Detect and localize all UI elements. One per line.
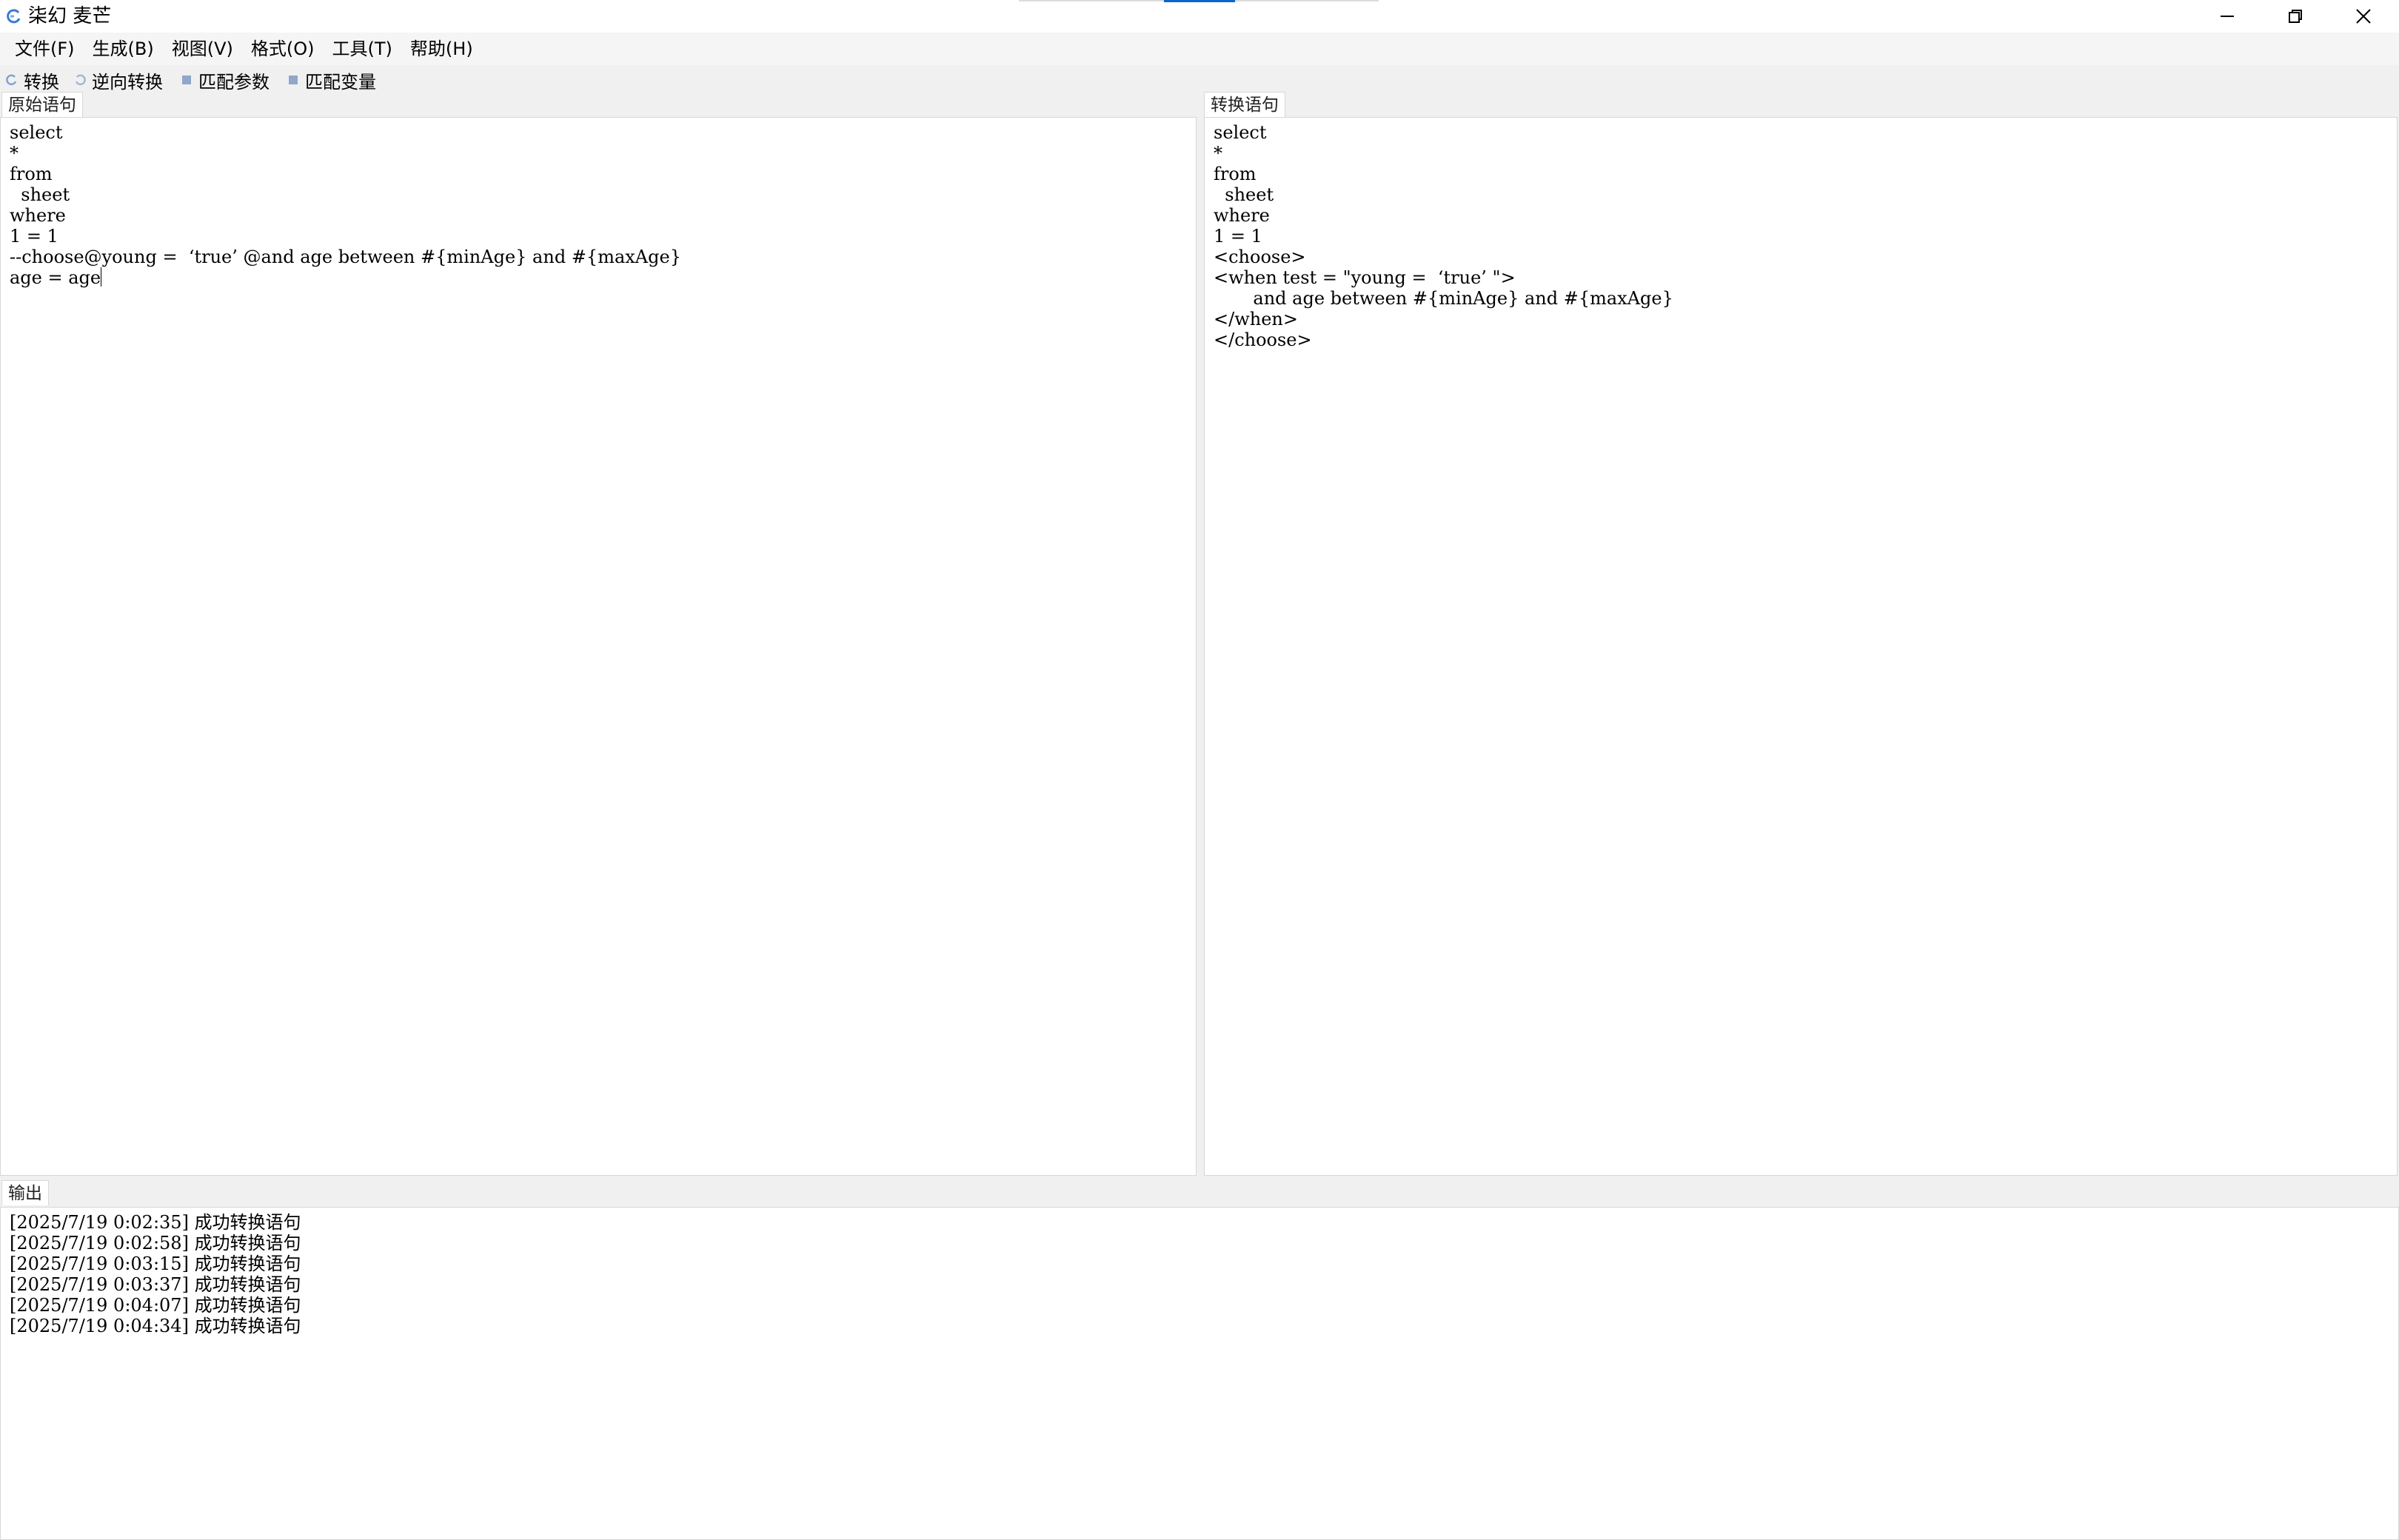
- toolbar: 转换 逆向转换 匹配参数 匹配变量: [0, 65, 2399, 95]
- log-line: [2025/7/19 0:03:15] 成功转换语句: [10, 1253, 301, 1274]
- code-line: where: [10, 205, 66, 226]
- window-title: 柒幻 麦芒: [28, 5, 112, 27]
- output-log[interactable]: [2025/7/19 0:02:35] 成功转换语句 [2025/7/19 0:…: [0, 1207, 2399, 1540]
- output-text: [2025/7/19 0:02:35] 成功转换语句 [2025/7/19 0:…: [1, 1208, 2398, 1341]
- source-editor[interactable]: select * from sheet where 1 = 1 --choose…: [0, 117, 1197, 1176]
- code-line: sheet: [10, 184, 70, 205]
- reverse-convert-label: 逆向转换: [92, 71, 163, 93]
- code-line: 1 = 1: [1214, 226, 1262, 247]
- code-line: select: [1214, 122, 1267, 143]
- menu-help[interactable]: 帮助(H): [401, 33, 482, 65]
- code-line: --choose@young = ‘true’ @and age between…: [10, 247, 681, 267]
- convert-button[interactable]: 转换: [4, 67, 59, 93]
- convert-icon: [6, 74, 17, 86]
- restore-button[interactable]: [2261, 0, 2329, 33]
- source-code[interactable]: select * from sheet where 1 = 1 --choose…: [1, 118, 1196, 292]
- minimize-button[interactable]: [2193, 0, 2261, 33]
- match-params-button[interactable]: 匹配参数: [176, 67, 270, 93]
- code-line: and age between #{minAge} and #{maxAge}: [1214, 288, 1673, 309]
- menu-tools[interactable]: 工具(T): [324, 33, 401, 65]
- result-code[interactable]: select * from sheet where 1 = 1 <choose>…: [1205, 118, 2397, 355]
- code-line: *: [1214, 143, 1222, 164]
- reverse-convert-icon: [75, 74, 86, 86]
- title-bar[interactable]: 柒幻 麦芒: [0, 0, 2399, 33]
- restore-icon: [2289, 10, 2302, 23]
- close-icon: [2356, 9, 2371, 24]
- menu-file[interactable]: 文件(F): [6, 33, 84, 65]
- log-line: [2025/7/19 0:04:34] 成功转换语句: [10, 1316, 301, 1336]
- tab-converted-statement[interactable]: 转换语句: [1204, 92, 1285, 117]
- menu-bar: 文件(F) 生成(B) 视图(V) 格式(O) 工具(T) 帮助(H): [0, 33, 2399, 65]
- code-line: where: [1214, 205, 1270, 226]
- code-line: sheet: [1214, 184, 1274, 205]
- tab-source-statement[interactable]: 原始语句: [1, 92, 83, 117]
- match-params-label: 匹配参数: [198, 71, 270, 93]
- log-line: [2025/7/19 0:03:37] 成功转换语句: [10, 1274, 301, 1295]
- app-window: 柒幻 麦芒 文件(F) 生成(B) 视图(V) 格式(O) 工具(T) 帮助(H…: [0, 0, 2399, 1540]
- vertical-splitter[interactable]: [1197, 95, 1204, 1176]
- code-line: <when test = "young = ‘true’ ">: [1214, 267, 1516, 288]
- result-editor[interactable]: select * from sheet where 1 = 1 <choose>…: [1204, 117, 2398, 1176]
- menu-view[interactable]: 视图(V): [163, 33, 242, 65]
- code-line: from: [10, 164, 53, 184]
- top-edge-accent: [1164, 0, 1235, 2]
- code-line: <choose>: [1214, 247, 1306, 267]
- log-line: [2025/7/19 0:02:35] 成功转换语句: [10, 1212, 301, 1233]
- match-vars-icon: [289, 76, 298, 84]
- menu-format[interactable]: 格式(O): [242, 33, 324, 65]
- close-button[interactable]: [2329, 0, 2398, 33]
- code-line: from: [1214, 164, 1257, 184]
- minimize-icon: [2221, 16, 2234, 17]
- code-line: </choose>: [1214, 329, 1312, 350]
- code-line: select: [10, 122, 63, 143]
- code-line: *: [10, 143, 19, 164]
- app-logo-icon: [7, 9, 21, 24]
- code-line: </when>: [1214, 309, 1298, 329]
- tab-output[interactable]: 输出: [1, 1180, 49, 1205]
- log-line: [2025/7/19 0:04:07] 成功转换语句: [10, 1295, 301, 1316]
- match-vars-label: 匹配变量: [305, 71, 376, 93]
- code-line: 1 = 1: [10, 226, 58, 247]
- match-vars-button[interactable]: 匹配变量: [283, 67, 376, 93]
- match-params-icon: [182, 76, 191, 84]
- convert-label: 转换: [24, 71, 59, 93]
- horizontal-splitter[interactable]: [0, 1176, 2399, 1182]
- log-line: [2025/7/19 0:02:58] 成功转换语句: [10, 1233, 301, 1253]
- menu-build[interactable]: 生成(B): [84, 33, 163, 65]
- code-line: age = age: [10, 267, 101, 288]
- reverse-convert-button[interactable]: 逆向转换: [73, 67, 163, 93]
